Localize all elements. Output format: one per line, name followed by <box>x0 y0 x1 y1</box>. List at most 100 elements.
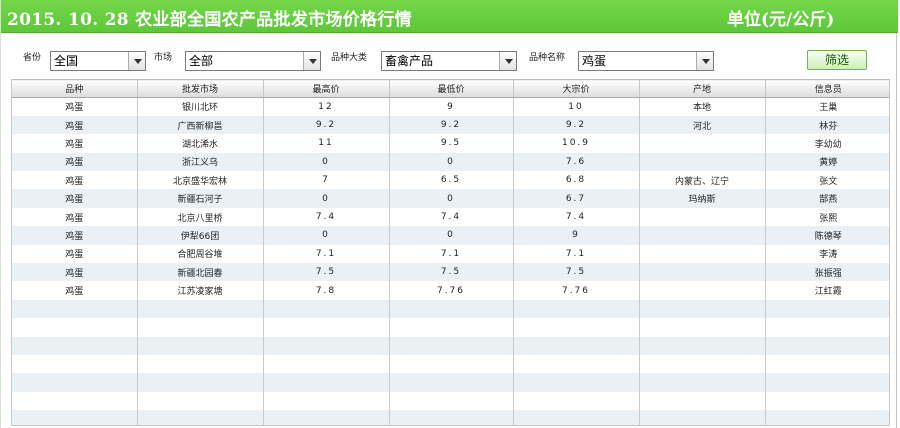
table-row[interactable]: 鸡蛋 湖北浠水 11 9.5 10.9 李幼幼 <box>12 134 889 153</box>
empty-cell <box>389 391 514 411</box>
empty-cell <box>263 410 390 425</box>
filter-button[interactable]: 筛选 <box>807 50 867 70</box>
table-row[interactable]: 鸡蛋 合肥周谷堆 7.1 7.1 7.1 李涛 <box>12 244 889 264</box>
column-header-variety[interactable]: 品种 <box>12 79 138 98</box>
empty-cell <box>513 318 640 337</box>
empty-cell <box>137 354 264 374</box>
cell-max-price: 0 <box>263 189 390 208</box>
cell-reporter: 江红霞 <box>765 281 889 300</box>
cell-reporter: 李涛 <box>765 244 889 264</box>
empty-cell <box>765 299 889 319</box>
cell-max-price: 0 <box>263 152 390 172</box>
cell-origin: 玛纳斯 <box>639 189 766 208</box>
column-header-market[interactable]: 批发市场 <box>137 79 264 98</box>
variety-label: 品种名称 <box>529 53 566 63</box>
column-header-reporter[interactable]: 信息员 <box>765 79 889 98</box>
column-header-origin[interactable]: 产地 <box>639 79 766 98</box>
cell-bulk-price: 6.7 <box>513 189 640 208</box>
variety-select[interactable]: 鸡蛋 <box>578 51 714 71</box>
market-label: 市场 <box>154 53 173 63</box>
empty-cell <box>389 410 514 425</box>
table-row[interactable]: 鸡蛋 伊犁66团 0 0 9 陈德琴 <box>12 226 889 245</box>
cell-bulk-price: 10.9 <box>513 134 640 153</box>
market-select-value: 全部 <box>189 54 214 68</box>
cell-reporter: 王巢 <box>765 97 889 116</box>
cell-variety: 鸡蛋 <box>12 263 138 282</box>
empty-cell <box>12 318 138 337</box>
table-row[interactable]: 鸡蛋 北京盛华宏林 7 6.5 6.8 内蒙古、辽宁 张文 <box>12 171 889 190</box>
empty-cell <box>263 318 390 337</box>
title-bar: 2015. 10. 28 农业部全国农产品批发市场价格行情 单位(元/公斤) <box>1 0 898 33</box>
cell-max-price: 0 <box>263 226 390 245</box>
cell-market: 湖北浠水 <box>137 134 264 153</box>
empty-cell <box>389 299 514 319</box>
price-table-container[interactable]: 品种 批发市场 最高价 最低价 大宗价 产地 信息员 鸡蛋 银川北环 12 9 10 本地… <box>11 79 890 426</box>
column-header-min-price[interactable]: 最低价 <box>389 79 514 98</box>
market-select[interactable]: 全部 <box>185 51 321 71</box>
cell-origin <box>639 244 766 264</box>
table-row-empty <box>12 391 889 411</box>
cell-market: 北京盛华宏林 <box>137 171 264 190</box>
table-row[interactable]: 鸡蛋 浙江义乌 0 0 7.6 黄婷 <box>12 152 889 172</box>
empty-cell <box>765 318 889 337</box>
cell-origin: 内蒙古、辽宁 <box>639 171 766 190</box>
cell-max-price: 7 <box>263 171 390 190</box>
cell-min-price: 7.4 <box>389 207 514 227</box>
empty-cell <box>137 318 264 337</box>
unit-label: 单位(元/公斤) <box>727 10 835 30</box>
cell-reporter: 林芬 <box>765 115 889 135</box>
table-row[interactable]: 鸡蛋 新疆石河子 0 0 6.7 玛纳斯 郜燕 <box>12 189 889 208</box>
chevron-down-icon[interactable] <box>696 52 713 70</box>
empty-cell <box>12 336 138 355</box>
empty-cell <box>12 373 138 392</box>
cell-variety: 鸡蛋 <box>12 244 138 264</box>
cell-bulk-price: 7.76 <box>513 281 640 300</box>
cell-max-price: 9.2 <box>263 115 390 135</box>
empty-cell <box>513 391 640 411</box>
cell-reporter: 黄婷 <box>765 152 889 172</box>
cell-min-price: 7.1 <box>389 244 514 264</box>
cell-reporter: 李幼幼 <box>765 134 889 153</box>
empty-cell <box>513 299 640 319</box>
cell-origin <box>639 281 766 300</box>
cell-bulk-price: 9 <box>513 226 640 245</box>
cell-reporter: 张文 <box>765 171 889 190</box>
table-row[interactable]: 鸡蛋 江苏凌家塘 7.8 7.76 7.76 江红霞 <box>12 281 889 300</box>
column-header-bulk-price[interactable]: 大宗价 <box>513 79 640 98</box>
chevron-down-icon[interactable] <box>499 52 516 70</box>
province-label: 省份 <box>23 53 42 63</box>
table-row[interactable]: 鸡蛋 北京八里桥 7.4 7.4 7.4 张熙 <box>12 207 889 227</box>
table-row-empty <box>12 354 889 374</box>
cell-max-price: 7.8 <box>263 281 390 300</box>
empty-cell <box>639 318 766 337</box>
cell-min-price: 7.76 <box>389 281 514 300</box>
cell-market: 合肥周谷堆 <box>137 244 264 264</box>
empty-cell <box>12 299 138 319</box>
cell-market: 伊犁66团 <box>137 226 264 245</box>
cell-market: 浙江义乌 <box>137 152 264 172</box>
cell-market: 银川北环 <box>137 97 264 116</box>
table-row-empty <box>12 318 889 337</box>
table-row[interactable]: 鸡蛋 广西新柳邕 9.2 9.2 9.2 河北 林芬 <box>12 115 889 135</box>
empty-cell <box>639 410 766 425</box>
empty-cell <box>765 373 889 392</box>
cell-market: 北京八里桥 <box>137 207 264 227</box>
empty-cell <box>137 410 264 425</box>
empty-cell <box>639 373 766 392</box>
category-select[interactable]: 畜禽产品 <box>381 51 517 71</box>
chevron-down-icon[interactable] <box>128 52 145 70</box>
category-label: 品种大类 <box>331 53 368 63</box>
table-row[interactable]: 鸡蛋 银川北环 12 9 10 本地 王巢 <box>12 97 889 116</box>
province-select[interactable]: 全国 <box>50 51 146 71</box>
cell-max-price: 7.1 <box>263 244 390 264</box>
cell-variety: 鸡蛋 <box>12 171 138 190</box>
table-row[interactable]: 鸡蛋 新疆北园春 7.5 7.5 7.5 张振强 <box>12 263 889 282</box>
empty-cell <box>513 373 640 392</box>
page-title: 2015. 10. 28 农业部全国农产品批发市场价格行情 <box>7 10 412 30</box>
column-header-max-price[interactable]: 最高价 <box>263 79 390 98</box>
cell-reporter: 郜燕 <box>765 189 889 208</box>
cell-bulk-price: 9.2 <box>513 115 640 135</box>
price-table: 品种 批发市场 最高价 最低价 大宗价 产地 信息员 鸡蛋 银川北环 12 9 10 本地… <box>12 79 889 425</box>
cell-variety: 鸡蛋 <box>12 281 138 300</box>
chevron-down-icon[interactable] <box>303 52 320 70</box>
